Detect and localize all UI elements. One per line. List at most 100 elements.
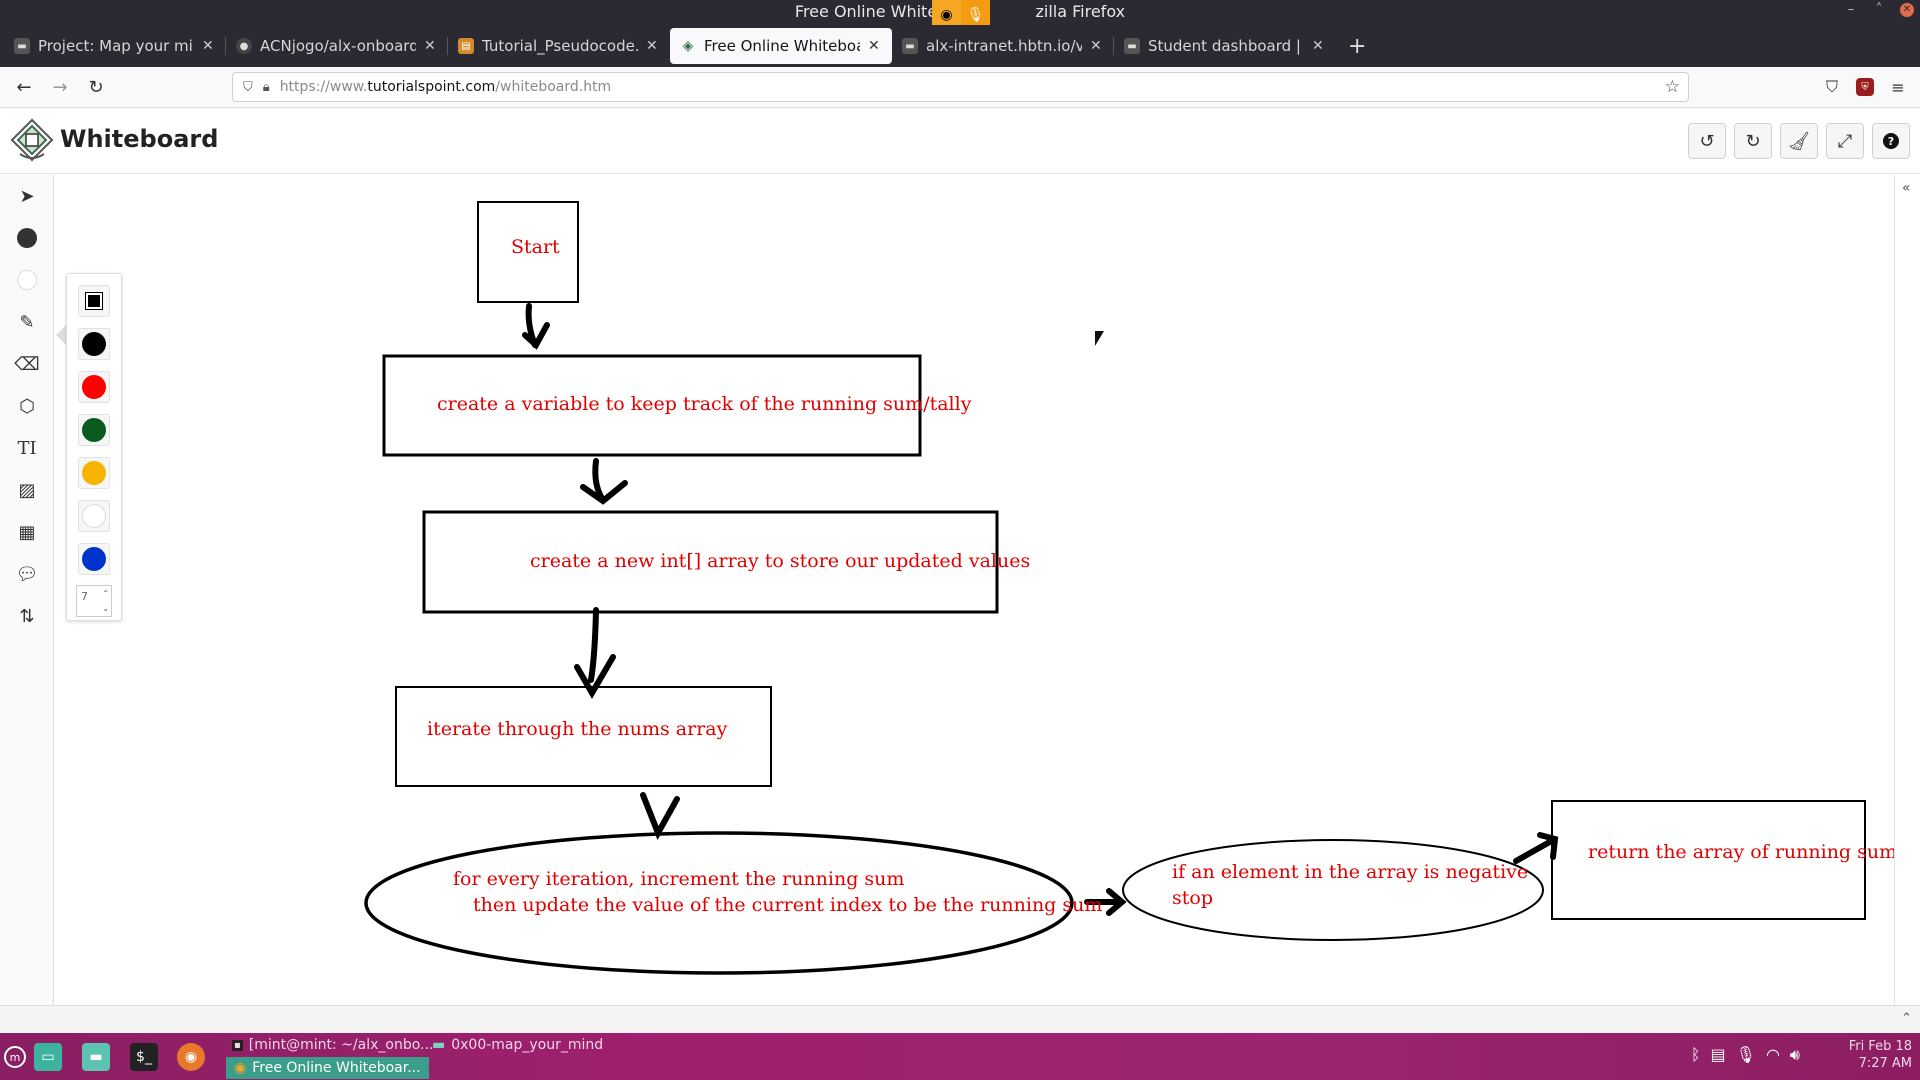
color-red[interactable] <box>78 371 110 403</box>
step4-text-line1: for every iteration, increment the runni… <box>453 868 905 890</box>
back-button[interactable]: ← <box>6 71 42 103</box>
terminal-icon[interactable]: $_ <box>130 1043 158 1071</box>
image-tool[interactable]: ▨ <box>0 469 54 511</box>
tab-whiteboard[interactable]: ◈ Free Online Whiteboard ✕ <box>670 28 892 64</box>
task-firefox[interactable]: ◉ Free Online Whiteboar... <box>226 1057 429 1079</box>
swatch-dot <box>82 332 106 356</box>
close-tab-icon[interactable]: ✕ <box>868 38 882 54</box>
arrow-condition-to-result <box>1513 832 1559 864</box>
minimize-icon[interactable]: – <box>1844 3 1858 17</box>
select-tool[interactable]: ➤ <box>0 175 54 217</box>
tab-label: ACNjogo/alx-onboarding <box>260 37 416 55</box>
reload-button[interactable]: ↻ <box>78 71 114 103</box>
header-actions: ↺ ↻ 🧹︎ ⤢ ? <box>1688 123 1910 159</box>
step4-text-line2: then update the value of the current ind… <box>473 894 1103 916</box>
swatch-dot <box>82 418 106 442</box>
shapes-tool[interactable]: ⬡ <box>0 385 54 427</box>
tab-github[interactable]: ● ACNjogo/alx-onboarding ✕ <box>226 28 448 64</box>
clock[interactable]: Fri Feb 18 7:27 AM <box>1849 1038 1912 1072</box>
tab-label: Tutorial_Pseudocode.pdf <box>482 37 638 55</box>
color-black[interactable] <box>78 328 110 360</box>
whiteboard-canvas[interactable]: Start create a variable to keep track of… <box>55 175 1907 1005</box>
task-terminal[interactable]: ▪ [mint@mint: ~/alx_onbo... <box>232 1035 433 1055</box>
color-yellow[interactable] <box>78 457 110 489</box>
close-tab-icon[interactable]: ✕ <box>646 38 660 54</box>
tab-student-dashboard[interactable]: ▬ Student dashboard | Nair ✕ <box>1114 28 1336 64</box>
select-icon: ➤ <box>19 185 35 207</box>
close-tab-icon[interactable]: ✕ <box>1312 38 1326 54</box>
pdf-icon: ▤ <box>458 38 474 54</box>
bookmark-star-icon[interactable]: ☆ <box>1665 77 1680 97</box>
pocket-icon[interactable]: ⛉ <box>1818 71 1846 103</box>
shield-icon[interactable]: ⛉ <box>243 80 253 95</box>
clear-button[interactable]: 🧹︎ <box>1780 123 1818 159</box>
redo-icon: ↻ <box>1745 130 1761 152</box>
task-folder[interactable]: ▬ 0x00-map_your_mind <box>432 1035 603 1055</box>
bottom-panel-collapsed: ⌃ <box>0 1005 1920 1033</box>
stroke-size-spinner[interactable]: ⌃ ⌄ <box>102 586 109 616</box>
text-tool[interactable]: TI <box>0 427 54 469</box>
undo-button[interactable]: ↺ <box>1688 123 1726 159</box>
sort-icon: ⇅ <box>19 605 35 627</box>
comment-icon: 💬︎ <box>15 563 39 585</box>
tab-pdf[interactable]: ▤ Tutorial_Pseudocode.pdf ✕ <box>448 28 670 64</box>
volume-icon[interactable]: 🔊︎ <box>1790 1045 1800 1065</box>
url-bar[interactable]: ⛉ 🔒︎ https://www. tutorialspoint.com/whit… <box>232 72 1689 102</box>
files-icon[interactable]: ▬ <box>82 1043 110 1071</box>
tab-alx-intranet[interactable]: ▬ alx-intranet.hbtn.io/video ✕ <box>892 28 1114 64</box>
firefox-icon[interactable]: ◉ <box>177 1043 205 1071</box>
step2-text: create a new int[] array to store our up… <box>530 550 1031 572</box>
window-title-suffix: zilla Firefox <box>1035 2 1126 21</box>
color-green[interactable] <box>78 414 110 446</box>
show-desktop-icon[interactable]: ▭ <box>34 1043 62 1071</box>
fill-circle-icon <box>17 228 37 248</box>
forward-button[interactable]: → <box>42 71 78 103</box>
mint-menu-icon[interactable]: m <box>4 1046 26 1068</box>
ublock-icon[interactable]: ⛨ <box>1856 78 1874 96</box>
site-icon: ▬ <box>902 38 918 54</box>
arrow-step2-to-step3 <box>574 607 616 699</box>
microphone-icon[interactable]: 🎙︎ <box>1736 1045 1756 1065</box>
maximize-icon[interactable]: ˄ <box>1872 3 1886 17</box>
close-window-icon[interactable]: ✕ <box>1900 3 1914 17</box>
swatch-dot <box>82 504 106 528</box>
color-white[interactable] <box>78 500 110 532</box>
close-tab-icon[interactable]: ✕ <box>202 38 216 54</box>
new-tab-button[interactable]: + <box>1336 34 1378 59</box>
tab-map-your-mind[interactable]: ▬ Project: Map your mind | ✕ <box>4 28 226 64</box>
stroke-color-selected[interactable] <box>78 285 110 317</box>
menu-icon[interactable]: ≡ <box>1884 71 1912 103</box>
image-text-tool[interactable]: ▦ <box>0 511 54 553</box>
swatch-dot <box>82 461 106 485</box>
close-tab-icon[interactable]: ✕ <box>424 38 438 54</box>
task-label: Free Online Whiteboar... <box>252 1060 421 1076</box>
bluetooth-icon[interactable]: ᛒ <box>1691 1045 1701 1065</box>
fill-color-tool[interactable] <box>0 217 54 259</box>
collapse-panel-icon[interactable]: « <box>1902 180 1911 196</box>
lock-icon[interactable]: 🔒︎ <box>263 80 270 95</box>
stroke-size-input[interactable]: 7 ⌃ ⌄ <box>76 585 112 617</box>
clipboard-icon[interactable]: ▤ <box>1711 1045 1726 1065</box>
condition-text-line1: if an element in the array is negative <box>1172 861 1529 883</box>
fullscreen-button[interactable]: ⤢ <box>1826 123 1864 159</box>
redo-button[interactable]: ↻ <box>1734 123 1772 159</box>
help-button[interactable]: ? <box>1872 123 1910 159</box>
color-blue[interactable] <box>78 543 110 575</box>
right-panel-collapsed: « <box>1894 175 1920 1005</box>
navigation-toolbar: ← → ↻ ⛉ 🔒︎ https://www. tutorialspoint.co… <box>0 67 1920 108</box>
start-text: Start <box>511 236 560 258</box>
screen: Free Online Whiteboar zilla Firefox – ˄ ✕… <box>0 0 1920 1080</box>
wifi-icon[interactable]: ◠ <box>1766 1045 1780 1065</box>
background-color-tool[interactable] <box>0 259 54 301</box>
pencil-tool[interactable]: ✎ <box>0 301 54 343</box>
close-tab-icon[interactable]: ✕ <box>1090 38 1104 54</box>
text-icon: TI <box>17 437 37 459</box>
whiteboard-logo-icon[interactable] <box>10 118 54 162</box>
system-tray: ᛒ ▤ 🎙︎ ◠ 🔊︎ <box>1691 1045 1800 1065</box>
url-prefix: https://www. <box>279 79 368 95</box>
step3-text: iterate through the nums array <box>427 718 728 740</box>
expand-panel-icon[interactable]: ⌃ <box>1901 1011 1912 1026</box>
comment-tool[interactable]: 💬︎ <box>0 553 54 595</box>
eraser-tool[interactable]: ⌫ <box>0 343 54 385</box>
sort-tool[interactable]: ⇅ <box>0 595 54 637</box>
